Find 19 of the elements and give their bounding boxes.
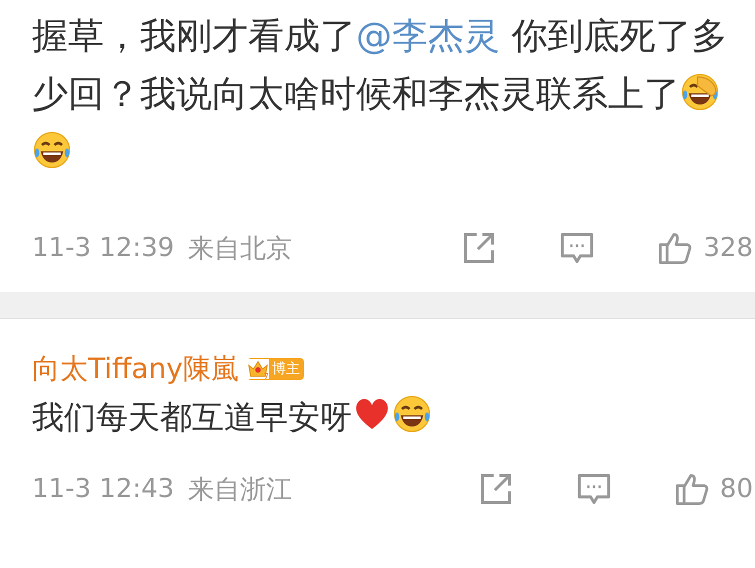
location: 来自浙江 (188, 474, 292, 506)
facepalm-emoji-icon (680, 72, 720, 112)
location: 来自北京 (188, 232, 292, 266)
mention-link[interactable]: @李杰灵 (356, 16, 500, 57)
timestamp: 11-3 12:39 (32, 233, 174, 263)
laughing-emoji-icon (392, 394, 432, 434)
comment-icon[interactable] (576, 471, 612, 507)
like-count: 328 (703, 233, 753, 263)
crown-icon: 7 (246, 359, 269, 379)
comment-text: 握草，我刚才看成了@李杰灵 你到底死了多少回？我说向太啥时候和李杰灵联系上了 (32, 8, 744, 182)
blogger-badge: 7 博主 (246, 358, 304, 380)
thumbs-up-icon[interactable] (657, 230, 694, 266)
thumbs-up-icon[interactable] (674, 471, 710, 507)
author-name[interactable]: 向太Tiffany陳嵐 (32, 349, 239, 389)
like-count: 80 (720, 474, 753, 504)
comment-icon[interactable] (559, 230, 596, 266)
laughing-emoji-icon (32, 130, 72, 170)
timestamp: 11-3 12:43 (32, 474, 174, 504)
comment-text: 我们每天都互道早安呀 (32, 389, 744, 445)
